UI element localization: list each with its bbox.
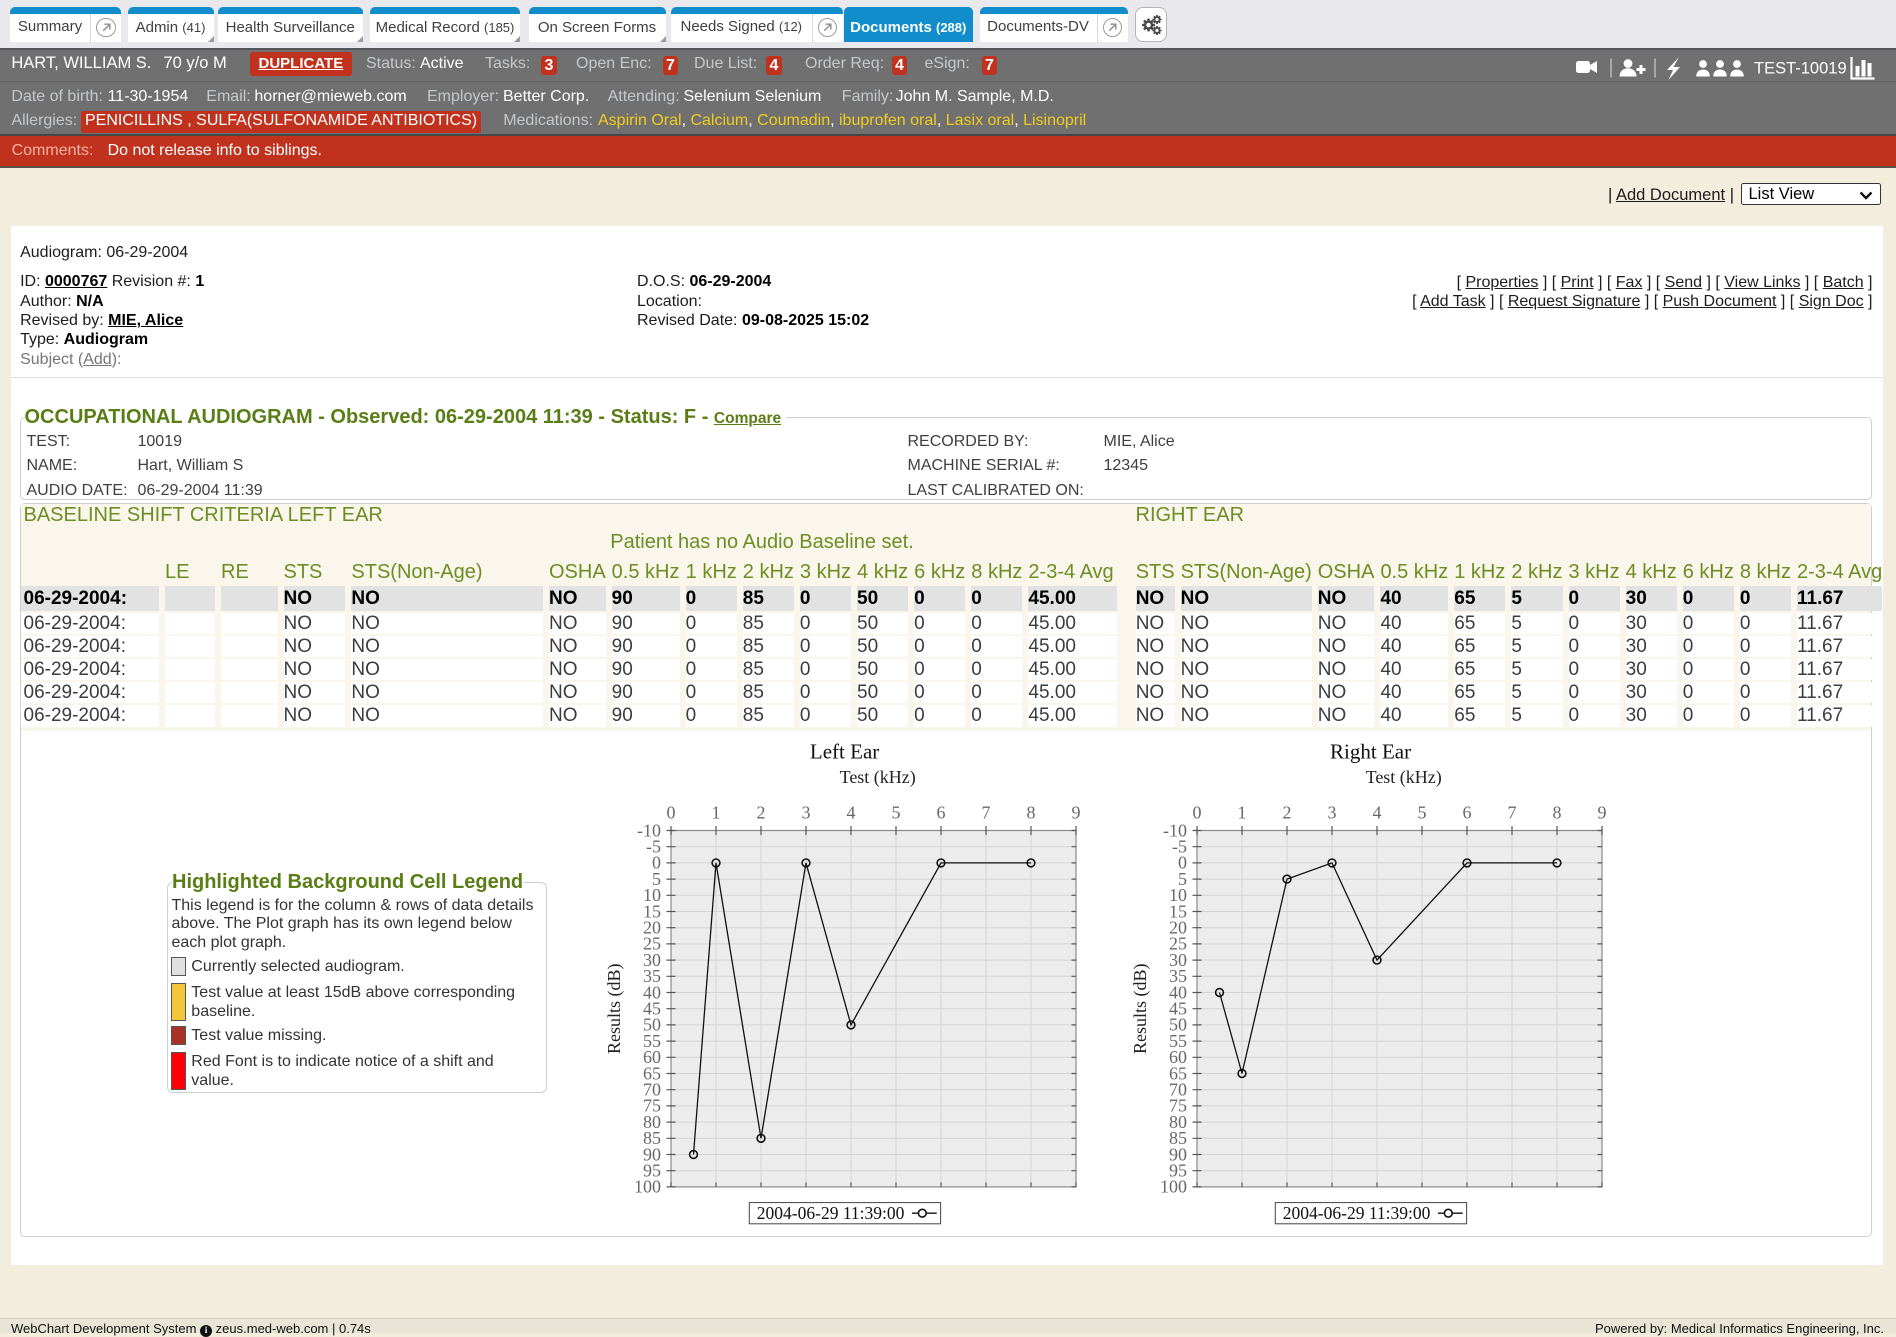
svg-text:4: 4 bbox=[847, 803, 856, 823]
svg-text:100: 100 bbox=[1160, 1177, 1187, 1197]
svg-text:0: 0 bbox=[667, 803, 676, 823]
svg-text:Results (dB): Results (dB) bbox=[1130, 963, 1151, 1054]
svg-text:0: 0 bbox=[1193, 803, 1202, 823]
svg-text:2004-06-29 11:39:00: 2004-06-29 11:39:00 bbox=[757, 1203, 905, 1223]
svg-text:2004-06-29 11:39:00: 2004-06-29 11:39:00 bbox=[1283, 1203, 1431, 1223]
svg-text:Test (kHz): Test (kHz) bbox=[1366, 767, 1442, 788]
svg-text:7: 7 bbox=[982, 803, 991, 823]
svg-text:3: 3 bbox=[802, 803, 811, 823]
svg-text:1: 1 bbox=[1238, 803, 1247, 823]
svg-text:4: 4 bbox=[1373, 803, 1382, 823]
svg-text:6: 6 bbox=[1463, 803, 1472, 823]
svg-text:9: 9 bbox=[1598, 803, 1607, 823]
svg-text:6: 6 bbox=[937, 803, 946, 823]
svg-text:2: 2 bbox=[1283, 803, 1292, 823]
svg-text:3: 3 bbox=[1328, 803, 1337, 823]
svg-text:100: 100 bbox=[634, 1177, 661, 1197]
svg-text:7: 7 bbox=[1508, 803, 1517, 823]
svg-text:Test (kHz): Test (kHz) bbox=[840, 767, 916, 788]
svg-text:Right Ear: Right Ear bbox=[1330, 740, 1411, 764]
svg-text:TEST-10019: TEST-10019 bbox=[1754, 60, 1847, 78]
svg-text:8: 8 bbox=[1553, 803, 1562, 823]
svg-text:5: 5 bbox=[1418, 803, 1427, 823]
svg-text:9: 9 bbox=[1072, 803, 1081, 823]
svg-text:8: 8 bbox=[1027, 803, 1036, 823]
svg-text:5: 5 bbox=[892, 803, 901, 823]
svg-text:Results (dB): Results (dB) bbox=[604, 963, 625, 1054]
svg-text:1: 1 bbox=[712, 803, 721, 823]
svg-text:2: 2 bbox=[757, 803, 766, 823]
svg-text:Left Ear: Left Ear bbox=[810, 740, 879, 764]
